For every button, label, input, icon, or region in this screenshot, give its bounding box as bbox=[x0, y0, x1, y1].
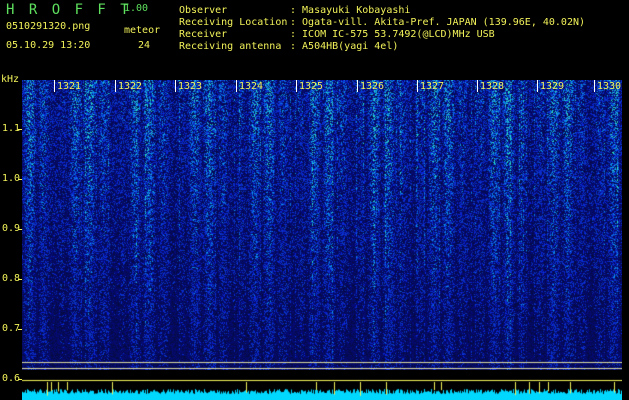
x-tick-label: 1328 bbox=[480, 81, 505, 92]
spectrogram bbox=[22, 80, 622, 370]
signal-level-strip bbox=[22, 370, 622, 400]
file-name: 0510291320.png bbox=[6, 21, 91, 32]
info-label-antenna: Receiving antenna bbox=[179, 41, 282, 52]
x-tick-mark bbox=[594, 80, 595, 92]
x-tick-label: 1325 bbox=[299, 81, 324, 92]
x-tick-label: 1322 bbox=[118, 81, 143, 92]
info-label-observer: Observer bbox=[179, 5, 228, 16]
y-tick-mark bbox=[18, 229, 22, 230]
x-tick-mark bbox=[175, 80, 176, 92]
x-tick-mark bbox=[54, 80, 55, 92]
app-version: 1.00 bbox=[124, 3, 149, 14]
meteor-count: 24 bbox=[138, 40, 151, 51]
y-tick-mark bbox=[18, 179, 22, 180]
capture-datetime: 05.10.29 13:20 bbox=[6, 40, 91, 51]
app-title: H R O F F T bbox=[6, 2, 132, 18]
x-tick-label: 1330 bbox=[597, 81, 622, 92]
x-tick-mark bbox=[537, 80, 538, 92]
info-value-location: : Ogata-vill. Akita-Pref. JAPAN (139.96E… bbox=[290, 17, 586, 28]
info-value-observer: : Masayuki Kobayashi bbox=[290, 5, 411, 16]
x-tick-label: 1327 bbox=[420, 81, 445, 92]
info-label-location: Receiving Location bbox=[179, 17, 288, 28]
x-tick-label: 1326 bbox=[360, 81, 385, 92]
x-tick-label: 1321 bbox=[57, 81, 82, 92]
y-tick-mark bbox=[18, 379, 22, 380]
y-tick-mark bbox=[18, 129, 22, 130]
x-tick-label: 1329 bbox=[540, 81, 565, 92]
x-tick-label: 1323 bbox=[178, 81, 203, 92]
meteor-label: meteor bbox=[124, 25, 161, 36]
x-tick-mark bbox=[477, 80, 478, 92]
info-value-receiver: : ICOM IC-575 53.7492(@LCD)MHz USB bbox=[290, 29, 495, 40]
y-tick-mark bbox=[18, 279, 22, 280]
y-tick-mark bbox=[18, 329, 22, 330]
x-tick-mark bbox=[417, 80, 418, 92]
x-tick-mark bbox=[236, 80, 237, 92]
x-tick-mark bbox=[115, 80, 116, 92]
x-tick-mark bbox=[296, 80, 297, 92]
info-value-antenna: : A504HB(yagi 4el) bbox=[290, 41, 399, 52]
y-axis-unit: kHz bbox=[1, 74, 20, 85]
x-tick-label: 1324 bbox=[239, 81, 264, 92]
x-tick-mark bbox=[357, 80, 358, 92]
info-label-receiver: Receiver bbox=[179, 29, 228, 40]
